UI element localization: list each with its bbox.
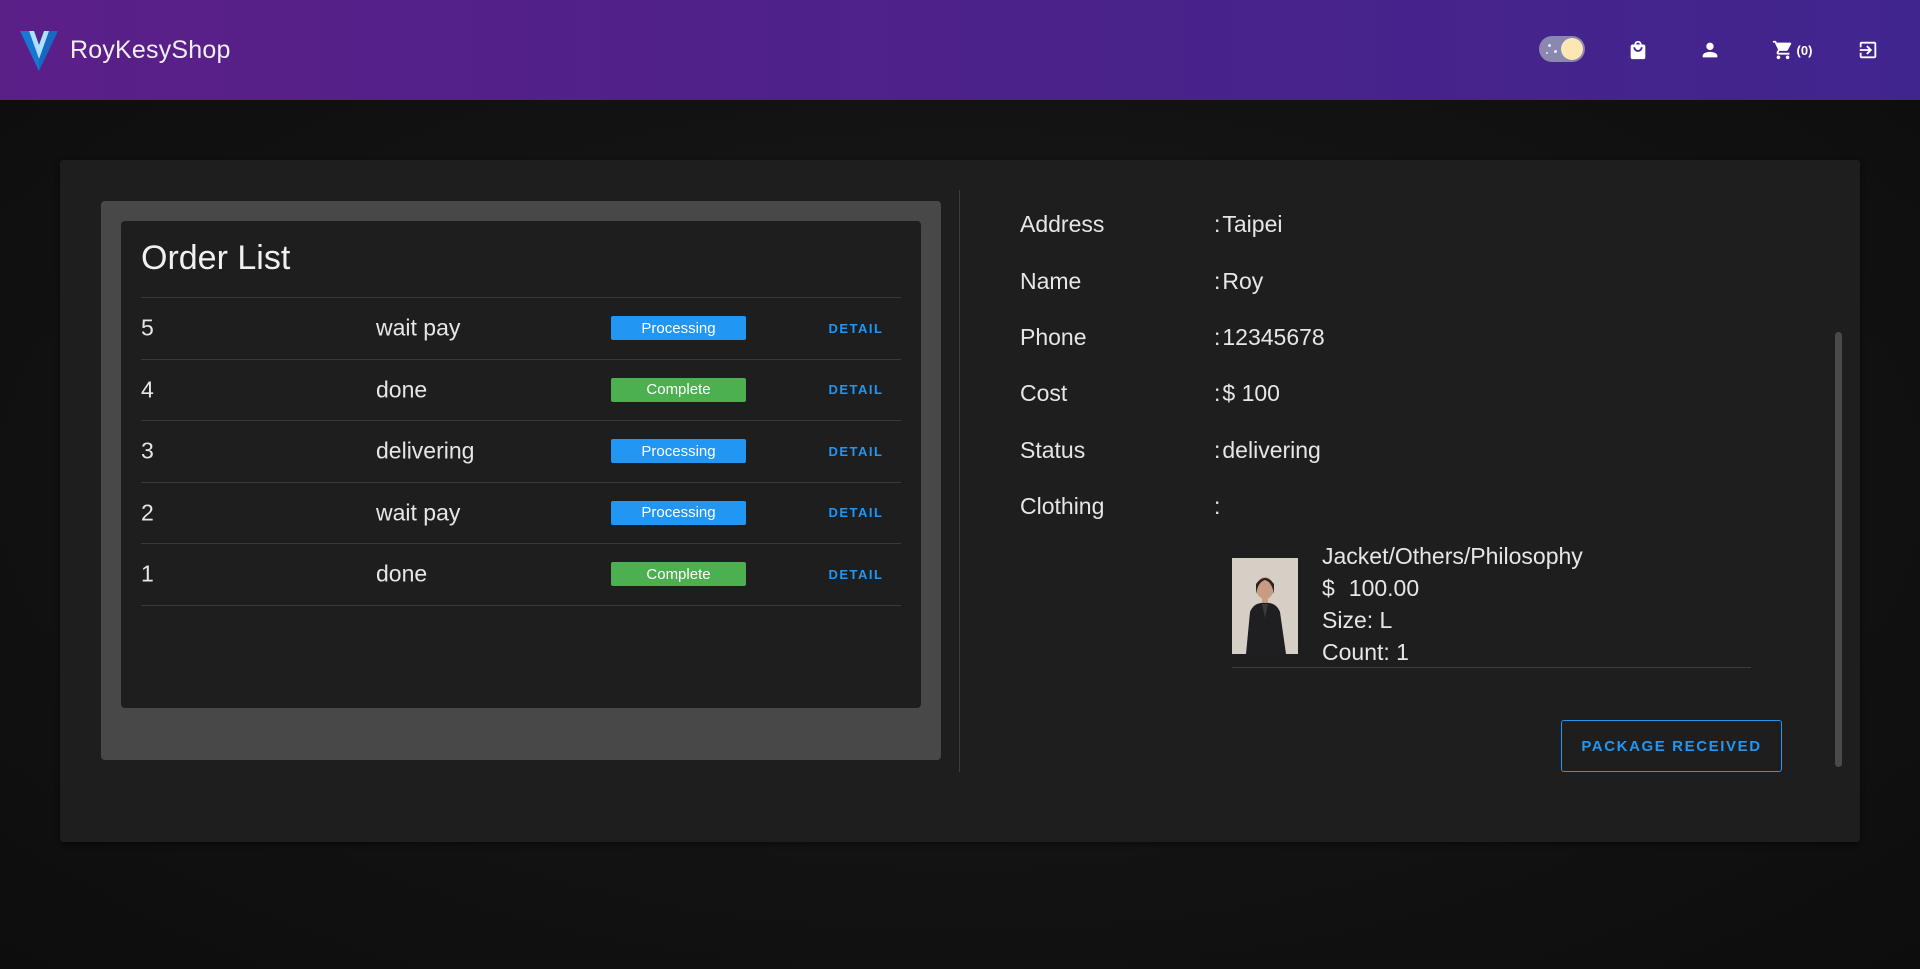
order-list: 5 wait pay Processing DETAIL 4 done Complete DE… xyxy=(141,297,901,606)
logout-button[interactable] xyxy=(1848,30,1888,70)
cart-count: (0) xyxy=(1796,42,1813,58)
brand[interactable]: RoyKesyShop xyxy=(18,27,231,73)
detail-separator: : xyxy=(1214,210,1221,237)
detail-separator: : xyxy=(1214,267,1221,294)
account-button[interactable] xyxy=(1690,30,1730,70)
order-detail-button[interactable]: DETAIL xyxy=(811,495,901,531)
order-detail-panel: Address : Taipei Name : Roy Phone : 1234… xyxy=(960,160,1860,842)
vuetify-logo-icon xyxy=(20,31,58,71)
order-id: 3 xyxy=(141,437,154,464)
detail-status-label: Status xyxy=(1020,436,1086,463)
star-icon xyxy=(1548,44,1551,47)
detail-address: Address : Taipei xyxy=(1020,209,1283,239)
order-state: done xyxy=(376,376,428,403)
clothing-item-size: Size: L xyxy=(1322,607,1393,633)
detail-separator: : xyxy=(1214,379,1221,406)
order-list-title: Order List xyxy=(141,239,291,277)
order-list-container: Order List 5 wait pay Processing DETAIL 4 don… xyxy=(101,201,941,760)
clothing-item-currency: $ xyxy=(1322,575,1335,601)
order-row: 4 done Complete DETAIL xyxy=(141,360,901,421)
main-card: Order List 5 wait pay Processing DETAIL 4 don… xyxy=(60,160,1860,842)
clothing-item-title: Jacket/Others/Philosophy xyxy=(1322,543,1583,569)
detail-name: Name : Roy xyxy=(1020,266,1263,296)
detail-phone-label: Phone xyxy=(1020,323,1087,350)
order-status-badge: Processing xyxy=(611,439,746,464)
detail-separator: : xyxy=(1214,436,1221,463)
account-icon xyxy=(1702,42,1718,58)
order-id: 4 xyxy=(141,376,154,403)
order-row: 2 wait pay Processing DETAIL xyxy=(141,483,901,544)
moon-icon xyxy=(1561,38,1583,60)
order-status-badge: Complete xyxy=(611,377,746,402)
clothing-item-price: $100.00 xyxy=(1322,572,1583,604)
cart-button[interactable]: (0) xyxy=(1762,30,1822,70)
order-state: done xyxy=(376,560,428,587)
shopping-bag-icon xyxy=(1630,40,1646,60)
order-state: wait pay xyxy=(376,499,461,526)
order-id: 1 xyxy=(141,560,154,587)
order-id: 2 xyxy=(141,499,154,526)
order-row: 5 wait pay Processing DETAIL xyxy=(141,298,901,360)
order-row: 1 done Complete DETAIL xyxy=(141,544,901,606)
detail-cost-label: Cost xyxy=(1020,379,1068,406)
cart-icon xyxy=(1772,40,1791,60)
detail-clothing: Clothing : xyxy=(1020,491,1222,521)
detail-scrollbar[interactable] xyxy=(1835,332,1842,767)
clothing-item-price-value: 100.00 xyxy=(1348,575,1420,601)
detail-status: Status : delivering xyxy=(1020,435,1321,465)
detail-status-value: delivering xyxy=(1222,436,1321,463)
detail-address-label: Address xyxy=(1020,210,1105,237)
order-detail-button[interactable]: DETAIL xyxy=(811,556,901,592)
brand-name: RoyKesyShop xyxy=(70,35,231,64)
detail-separator: : xyxy=(1214,492,1221,519)
detail-phone-value: 12345678 xyxy=(1222,323,1325,350)
clothing-item: Jacket/Others/Philosophy $100.00 Size: L… xyxy=(1232,540,1751,668)
package-received-button[interactable]: PACKAGE RECEIVED xyxy=(1561,720,1782,772)
detail-name-value: Roy xyxy=(1222,267,1264,294)
star-icon xyxy=(1554,50,1557,53)
clothing-item-count: Count: 1 xyxy=(1322,639,1409,665)
order-detail-button[interactable]: DETAIL xyxy=(811,372,901,408)
detail-phone: Phone : 12345678 xyxy=(1020,322,1325,352)
theme-toggle[interactable] xyxy=(1539,36,1585,62)
logout-icon xyxy=(1859,41,1877,59)
order-detail-button[interactable]: DETAIL xyxy=(811,310,901,346)
order-state: wait pay xyxy=(376,314,461,341)
model-photo-icon xyxy=(1232,558,1298,654)
order-detail-button[interactable]: DETAIL xyxy=(811,433,901,469)
detail-cost-value: $ 100 xyxy=(1222,379,1280,406)
order-status-badge: Processing xyxy=(611,500,746,525)
clothing-item-info: Jacket/Others/Philosophy $100.00 Size: L… xyxy=(1322,540,1583,668)
detail-name-label: Name xyxy=(1020,267,1082,294)
order-id: 5 xyxy=(141,314,154,341)
shopping-bag-button[interactable] xyxy=(1618,30,1658,70)
detail-cost: Cost : $ 100 xyxy=(1020,378,1280,408)
order-status-badge: Complete xyxy=(611,562,746,587)
detail-clothing-label: Clothing xyxy=(1020,492,1105,519)
star-icon xyxy=(1546,52,1548,54)
detail-separator: : xyxy=(1214,323,1221,350)
clothing-item-image xyxy=(1232,558,1298,654)
order-row: 3 delivering Processing DETAIL xyxy=(141,421,901,483)
order-list-card: Order List 5 wait pay Processing DETAIL 4 don… xyxy=(121,221,921,708)
order-state: delivering xyxy=(376,437,475,464)
detail-address-value: Taipei xyxy=(1222,210,1283,237)
order-status-badge: Processing xyxy=(611,316,746,341)
app-bar: RoyKesyShop (0) xyxy=(0,0,1920,100)
